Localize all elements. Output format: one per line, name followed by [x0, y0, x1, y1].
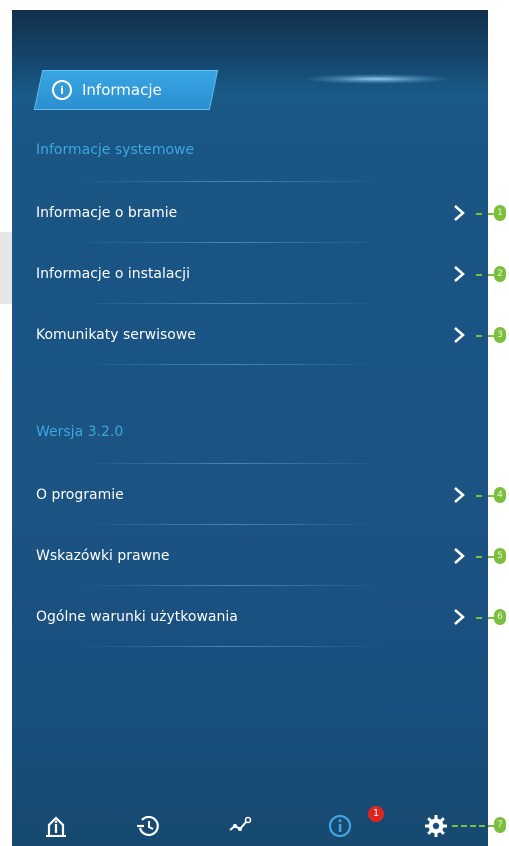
callout-marker: 4: [494, 487, 506, 503]
list-item-label: Komunikaty serwisowe: [36, 327, 196, 343]
list-item-label: Wskazówki prawne: [36, 548, 170, 564]
list-item-legal[interactable]: Wskazówki prawne: [12, 541, 488, 571]
chevron-right-icon: [454, 205, 465, 221]
callout-marker: 5: [494, 548, 506, 564]
chevron-right-icon: [454, 487, 465, 503]
divider: [76, 463, 386, 464]
callout-line: [476, 556, 494, 558]
callout-line: [476, 617, 494, 619]
callout-line: [476, 335, 494, 337]
callout-marker: 1: [494, 205, 506, 221]
callout-marker: 6: [494, 609, 506, 625]
list-item-installation-info[interactable]: Informacje o instalacji: [12, 259, 488, 289]
list-item-label: O programie: [36, 487, 124, 503]
chevron-right-icon: [454, 609, 465, 625]
list-item-label: Informacje o bramie: [36, 205, 178, 221]
history-icon[interactable]: [136, 814, 160, 838]
graph-icon[interactable]: [228, 814, 252, 838]
header-glow: [302, 74, 452, 84]
callout-marker: 3: [494, 327, 506, 343]
notification-badge: 1: [368, 806, 384, 822]
divider: [76, 181, 386, 182]
info-icon: i: [52, 80, 72, 100]
bottom-nav: 1: [12, 806, 488, 846]
list-item-service-messages[interactable]: Komunikaty serwisowe: [12, 320, 488, 350]
divider: [76, 524, 386, 525]
info-icon[interactable]: [328, 814, 352, 838]
list-item-gateway-info[interactable]: Informacje o bramie: [12, 198, 488, 228]
callout-line: [476, 213, 494, 215]
home-icon[interactable]: [44, 814, 68, 838]
divider: [76, 303, 386, 304]
list-item-label: Informacje o instalacji: [36, 266, 190, 282]
divider: [76, 585, 386, 586]
list-item-about[interactable]: O programie: [12, 480, 488, 510]
tab-label: Informacje: [82, 81, 162, 99]
divider: [76, 242, 386, 243]
callout-line: [476, 274, 494, 276]
divider: [76, 364, 386, 365]
chevron-right-icon: [454, 327, 465, 343]
chevron-right-icon: [454, 548, 465, 564]
divider: [76, 646, 386, 647]
callout-line: [452, 825, 494, 827]
app-screen: i Informacje Informacje systemowe Inform…: [12, 10, 488, 846]
callout-line: [476, 495, 494, 497]
tab-informacje[interactable]: i Informacje: [52, 70, 162, 110]
callout-marker: 7: [494, 817, 506, 833]
list-item-terms[interactable]: Ogólne warunki użytkowania: [12, 602, 488, 632]
settings-icon[interactable]: [424, 814, 448, 838]
callout-marker: 2: [494, 266, 506, 282]
list-item-label: Ogólne warunki użytkowania: [36, 609, 238, 625]
section-title-version: Wersja 3.2.0: [36, 424, 124, 440]
chevron-right-icon: [454, 266, 465, 282]
section-title-system: Informacje systemowe: [36, 142, 195, 158]
